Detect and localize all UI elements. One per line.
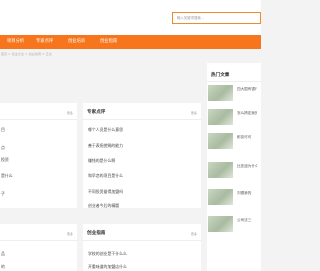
article-title: 四大国有银行 xyxy=(237,87,257,91)
list-item[interactable]: 哪个人员是什么意思 xyxy=(88,127,123,133)
list-item[interactable]: 子 xyxy=(1,191,5,197)
list-item[interactable]: 创业者今后的精髓 xyxy=(88,203,119,209)
nav-item-startup-training[interactable]: 创业培训 xyxy=(68,35,85,49)
article-title: 比亚迪为什么要 入职 xyxy=(237,164,257,168)
hot-article-item[interactable]: 公司法三 xyxy=(207,216,257,232)
article-thumbnail xyxy=(208,133,233,149)
panel-title: 专家点评 xyxy=(87,110,106,115)
article-thumbnail xyxy=(208,162,233,178)
list-item[interactable]: 目 xyxy=(1,127,5,133)
header: 输入关键词搜索... xyxy=(0,0,261,35)
more-link[interactable]: 更多 xyxy=(67,231,73,236)
article-thumbnail xyxy=(208,109,233,125)
divider xyxy=(83,240,201,241)
hot-article-item[interactable]: 比亚迪为什么要 入职 xyxy=(207,162,257,178)
hot-article-item[interactable]: 刘德我的 xyxy=(207,189,257,205)
list-item[interactable]: 开重味道的加盟店什么 xyxy=(88,264,127,270)
hot-article-item[interactable]: 耐克可可 xyxy=(207,133,257,149)
hot-article-item[interactable]: 四大国有银行 xyxy=(207,85,257,101)
more-link[interactable]: 更多 xyxy=(67,110,73,115)
list-item[interactable]: 的 xyxy=(1,264,5,270)
article-title: 耐克可可 xyxy=(237,135,252,139)
list-item[interactable]: 学校的创业是干什么么 xyxy=(88,251,127,257)
list-item[interactable]: 赚钱的是什么啊 xyxy=(88,158,115,164)
divider xyxy=(0,240,77,241)
list-item[interactable]: 点 xyxy=(1,145,5,151)
breadcrumb: 首页 > 创业大全 > 创业指南 > 正文 xyxy=(1,52,52,56)
nav-item-startup-guide[interactable]: 创业指南 xyxy=(100,35,117,49)
more-link[interactable]: 更多 xyxy=(191,110,197,115)
article-title: 刘德我的 xyxy=(237,191,252,195)
divider xyxy=(0,119,77,120)
left-panel-top: 更多 目 点 投资 是什么 子 xyxy=(0,103,77,208)
panel-title: 创业指南 xyxy=(87,231,106,236)
article-title: 公司法三 xyxy=(237,218,252,222)
article-thumbnail xyxy=(208,85,233,101)
panel-title: 热门文章 xyxy=(211,73,230,78)
list-item[interactable]: 和早恋的项目是什么 xyxy=(88,173,123,179)
list-item[interactable]: 是什么 xyxy=(1,173,13,179)
expert-review-panel: 专家点评 更多 哪个人员是什么意思 善于表扬赏赐的能力 赚钱的是什么啊 和早恋的… xyxy=(83,103,201,208)
nav-bar: 项目分析 专家点评 创业培训 创业指南 xyxy=(0,35,261,49)
article-title: 怎么搞定我的 不满 xyxy=(237,111,257,115)
nav-item-expert-review[interactable]: 专家点评 xyxy=(36,35,53,49)
list-item[interactable]: 善于表扬赏赐的能力 xyxy=(88,143,123,149)
search-input[interactable]: 输入关键词搜索... xyxy=(172,12,261,24)
nav-item-project-analysis[interactable]: 项目分析 xyxy=(7,35,24,49)
hot-article-item[interactable]: 怎么搞定我的 不满 xyxy=(207,109,257,125)
list-item[interactable]: 投资 xyxy=(1,157,9,163)
more-link[interactable]: 更多 xyxy=(191,231,197,236)
list-item[interactable]: 不同投资量得加盟吗 xyxy=(88,189,123,195)
article-thumbnail xyxy=(208,216,233,232)
divider xyxy=(83,119,201,120)
left-panel-bottom: 更多 品 的 xyxy=(0,224,77,271)
divider xyxy=(207,81,261,82)
article-thumbnail xyxy=(208,189,233,205)
hot-articles-panel: 热门文章 四大国有银行 怎么搞定我的 不满 耐克可可 比亚迪为什么要 入职 刘德… xyxy=(207,63,261,271)
startup-guide-panel: 创业指南 更多 学校的创业是干什么么 开重味道的加盟店什么 xyxy=(83,224,201,271)
list-item[interactable]: 品 xyxy=(1,251,5,257)
